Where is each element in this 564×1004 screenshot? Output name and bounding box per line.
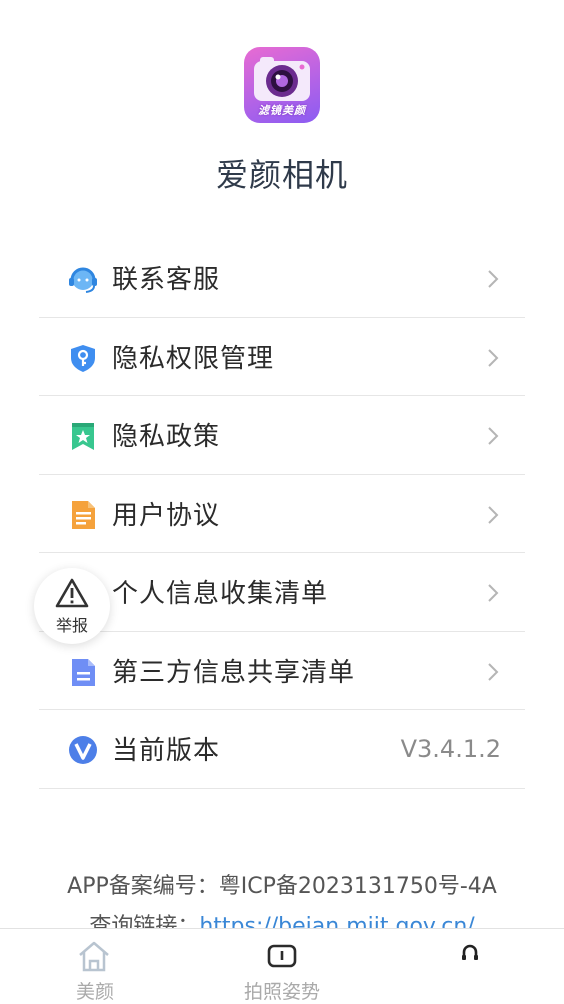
chevron-right-icon xyxy=(488,427,499,445)
menu-item-privacy-policy[interactable]: 隐私政策 xyxy=(39,396,525,475)
chevron-right-icon xyxy=(488,505,499,524)
bookmark-star-icon xyxy=(72,423,94,450)
bottom-tab-bar: 美颜 拍照姿势 xyxy=(0,928,564,1004)
tab-pose[interactable]: 拍照姿势 xyxy=(232,929,332,1004)
icp-record-text: APP备案编号：粤ICP备2023131750号-4A xyxy=(67,874,497,899)
app-logo-icon: 滤镜美颜 xyxy=(244,47,320,123)
menu-item-info-collection[interactable]: 个人信息收集清单 xyxy=(39,553,525,632)
menu-item-current-version[interactable]: 当前版本 V3.4.1.2 xyxy=(39,710,525,789)
chevron-right-icon xyxy=(488,348,499,367)
chevron-right-icon xyxy=(488,662,499,681)
menu-item-user-agreement[interactable]: 用户协议 xyxy=(39,475,525,553)
menu-label: 个人信息收集清单 xyxy=(112,579,329,610)
privacy-shield-icon xyxy=(71,344,95,372)
document-icon xyxy=(72,500,95,529)
menu-label: 当前版本 xyxy=(112,736,221,767)
headphone-icon xyxy=(462,944,478,960)
menu-label: 隐私政策 xyxy=(112,422,221,453)
tab-label: 拍照姿势 xyxy=(243,981,320,1003)
report-label: 举报 xyxy=(55,616,88,635)
menu-label: 联系客服 xyxy=(112,265,221,296)
share-list-icon xyxy=(72,658,95,686)
warning-icon xyxy=(55,578,89,608)
home-icon xyxy=(79,941,109,972)
version-v-icon xyxy=(69,736,97,764)
app-name: 爱颜相机 xyxy=(215,156,348,194)
menu-label: 隐私权限管理 xyxy=(112,343,275,374)
pose-icon xyxy=(267,944,297,968)
chevron-right-icon xyxy=(488,584,499,602)
settings-menu: 联系客服 隐私权限管理 隐私政策 用户协议 个人信息收集清单 第三方信息共享清单… xyxy=(39,239,525,789)
tab-service[interactable] xyxy=(440,929,500,1004)
tab-beauty[interactable]: 美颜 xyxy=(50,929,140,1004)
menu-label: 第三方信息共享清单 xyxy=(112,657,356,688)
menu-item-privacy-permission[interactable]: 隐私权限管理 xyxy=(39,318,525,396)
menu-label: 用户协议 xyxy=(112,500,221,531)
menu-item-customer-service[interactable]: 联系客服 xyxy=(39,239,525,318)
headset-icon xyxy=(69,267,97,293)
app-logo-text: 滤镜美颜 xyxy=(258,104,306,117)
app-header: 滤镜美颜 爱颜相机 xyxy=(0,0,564,230)
version-value: V3.4.1.2 xyxy=(400,734,501,763)
menu-item-third-party-sharing[interactable]: 第三方信息共享清单 xyxy=(39,632,525,710)
tab-label: 美颜 xyxy=(75,981,114,1003)
chevron-right-icon xyxy=(488,270,499,288)
report-button[interactable]: 举报 xyxy=(34,568,110,644)
